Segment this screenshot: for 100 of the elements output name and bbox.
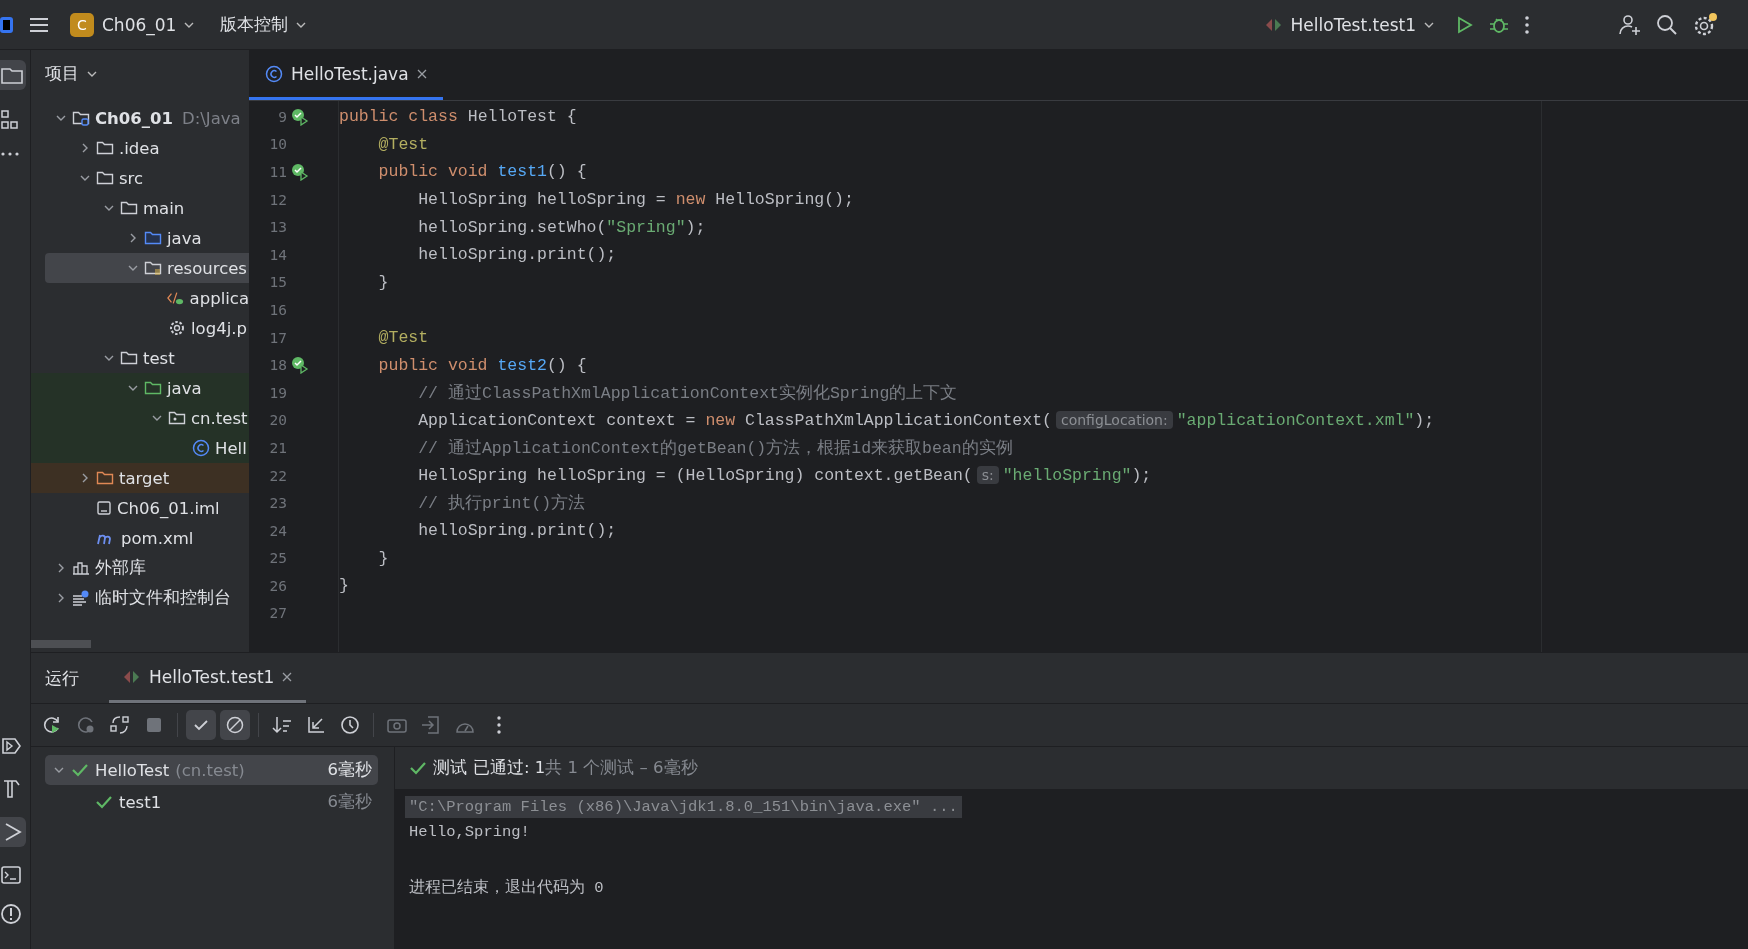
- tree-item-label: Ch06_01.iml: [117, 498, 220, 518]
- tree-item-label: Hell: [215, 438, 247, 458]
- folder-icon: [72, 110, 90, 126]
- tree-item[interactable]: test: [45, 343, 249, 373]
- caret-icon: [184, 20, 195, 29]
- check-icon: [409, 760, 427, 776]
- tree-item-label: 临时文件和控制台: [95, 587, 231, 609]
- module-file-icon: [96, 500, 112, 516]
- tree-item-label: applica: [189, 288, 249, 308]
- menu-icon[interactable]: [28, 15, 50, 34]
- vcs-menu[interactable]: 版本控制: [214, 9, 313, 40]
- tree-item-label: Ch06_01: [95, 108, 174, 128]
- tree-item[interactable]: java: [31, 373, 249, 403]
- line-number: 13: [268, 219, 287, 236]
- test-run-icon: [123, 668, 141, 685]
- test-passed-run-icon[interactable]: [291, 356, 309, 375]
- tree-item[interactable]: 临时文件和控制台: [45, 583, 249, 613]
- folder-icon: [96, 140, 114, 156]
- line-number: 16: [268, 301, 287, 318]
- tab-label: HelloTest.java: [291, 63, 409, 84]
- line-number: 22: [268, 467, 287, 484]
- tree-item-label: pom.xml: [121, 528, 194, 548]
- more-icon[interactable]: [0, 150, 20, 158]
- folder-icon: [144, 230, 162, 246]
- structure-icon[interactable]: [0, 108, 20, 132]
- scrollbar[interactable]: [31, 640, 91, 648]
- tree-item-label: .idea: [119, 138, 160, 158]
- tree-item-label: main: [143, 198, 185, 218]
- code-line: // 通过ClassPathXmlApplicationContext实例化Spring的上下文: [417, 382, 958, 404]
- problems-icon[interactable]: [0, 903, 22, 925]
- tree-item[interactable]: main: [45, 193, 249, 223]
- more-icon: [496, 716, 502, 734]
- code-line: @Test: [377, 328, 429, 348]
- tree-item-label: java: [167, 228, 202, 248]
- folder-icon: [120, 350, 138, 366]
- code-line: public void test1() {: [377, 162, 587, 182]
- check-icon: [71, 762, 89, 778]
- check-icon: [95, 794, 113, 810]
- tree-item[interactable]: log4j.p: [45, 313, 249, 343]
- terminal-icon[interactable]: [0, 865, 22, 885]
- tree-item[interactable]: cn.test: [31, 403, 249, 433]
- close-icon[interactable]: [416, 68, 427, 79]
- line-number: 23: [268, 495, 287, 512]
- services-icon[interactable]: [0, 735, 22, 757]
- package-icon: [168, 410, 186, 426]
- test-tree-item[interactable]: HelloTest (cn.test) 6毫秒: [45, 755, 378, 785]
- tree-item[interactable]: src: [45, 163, 249, 193]
- search-icon[interactable]: [1656, 13, 1678, 36]
- close-icon[interactable]: [282, 671, 293, 682]
- gear-icon: [168, 319, 186, 337]
- tree-item[interactable]: applica: [45, 283, 249, 313]
- line-number: 20: [268, 412, 287, 429]
- test-duration: 6毫秒: [327, 791, 372, 813]
- project-view-selector[interactable]: 项目: [31, 50, 111, 97]
- tree-item[interactable]: target: [31, 463, 249, 493]
- more-icon[interactable]: [1524, 14, 1530, 35]
- tree-item[interactable]: Ch06_01.iml: [45, 493, 249, 523]
- show-passed-button[interactable]: [186, 710, 216, 740]
- code-line: helloSpring.print();: [417, 245, 617, 265]
- status-passed: 已通过: 1: [473, 757, 546, 779]
- run-icon[interactable]: [0, 817, 26, 847]
- run-tab[interactable]: HelloTest.test1: [109, 653, 307, 703]
- project-switcher[interactable]: C Ch06_01: [64, 8, 201, 41]
- run-config-selector[interactable]: HelloTest.test1: [1258, 10, 1440, 39]
- tree-item-label: java: [167, 378, 202, 398]
- test-passed-run-icon[interactable]: [291, 107, 309, 126]
- class-icon: [265, 64, 283, 83]
- tree-item[interactable]: .idea: [45, 133, 249, 163]
- code-line: HelloSpring helloSpring = new HelloSpring();: [417, 190, 854, 210]
- code-line: }: [339, 576, 349, 596]
- line-number: 11: [268, 164, 287, 180]
- console-output: 进程已结束，退出代码为 0: [409, 877, 605, 899]
- project-path: D:\Java: [182, 108, 241, 128]
- tree-item[interactable]: java: [45, 223, 249, 253]
- scratch-icon: [72, 590, 90, 606]
- import-icon: [420, 714, 442, 736]
- caret-icon: [87, 69, 97, 78]
- settings-icon[interactable]: [1692, 11, 1718, 38]
- line-number: 24: [268, 522, 287, 539]
- folder-icon[interactable]: [0, 60, 26, 90]
- add-user-icon[interactable]: [1618, 12, 1642, 37]
- tree-item-label: test: [143, 348, 175, 368]
- test-passed-run-icon[interactable]: [291, 163, 309, 181]
- sort-icon: [271, 714, 293, 736]
- tree-item[interactable]: pom.xml: [45, 523, 249, 553]
- test-run-icon: [1264, 16, 1283, 33]
- line-number: 10: [268, 136, 287, 153]
- tree-item-label: cn.test: [191, 408, 248, 428]
- tree-item[interactable]: Ch06_01 D:\Java: [45, 103, 249, 133]
- editor-tab[interactable]: HelloTest.java: [249, 50, 443, 100]
- tree-item[interactable]: Hell: [31, 433, 249, 463]
- status-total: 共 1 个测试 – 6毫秒: [545, 757, 698, 779]
- line-number: 19: [268, 384, 287, 401]
- tree-item[interactable]: 外部库: [45, 553, 249, 583]
- test-tree-item[interactable]: test1 6毫秒: [45, 787, 378, 817]
- library-icon: [72, 560, 90, 576]
- show-ignored-button[interactable]: [220, 710, 250, 740]
- folder-icon: [96, 470, 114, 486]
- code-line: HelloSpring helloSpring = (HelloSpring) context.getBean( s: "helloSpring");: [417, 466, 1152, 485]
- tree-item[interactable]: resources: [45, 253, 249, 283]
